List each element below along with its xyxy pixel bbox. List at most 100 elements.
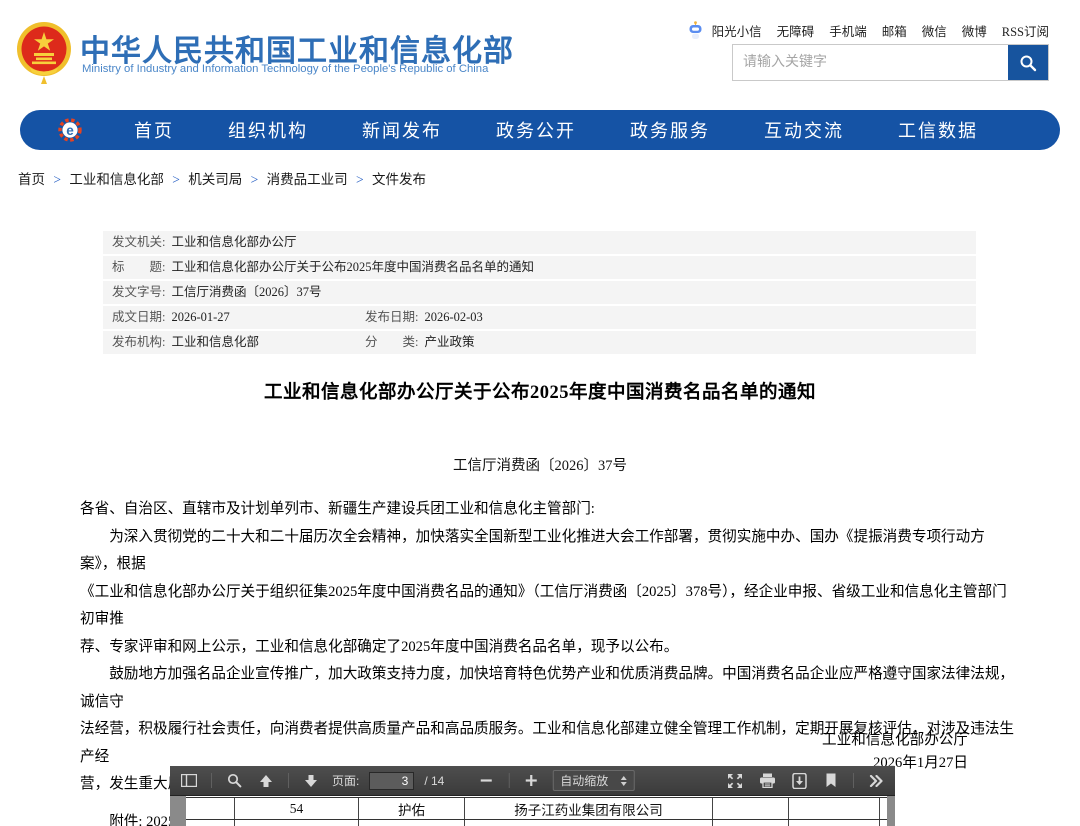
search-button[interactable] xyxy=(1008,45,1048,80)
nav-items: 首页 组织机构 新闻发布 政务公开 政务服务 互动交流 工信数据 xyxy=(107,117,1005,143)
search-box xyxy=(732,44,1049,81)
breadcrumb-departments[interactable]: 机关司局 xyxy=(188,172,242,187)
find-button[interactable] xyxy=(223,770,245,792)
pdf-cell-empty xyxy=(186,798,234,819)
search-input[interactable] xyxy=(733,45,1008,80)
page: 中华人民共和国工业和信息化部 Ministry of Industry and … xyxy=(0,0,1080,826)
bookmark-icon xyxy=(825,773,837,788)
pdf-cell-brand: 护佑 xyxy=(358,798,464,819)
print-icon xyxy=(759,773,776,788)
meta-row-title: 标 题: 工业和信息化部办公厅关于公布2025年度中国消费名品名单的通知 xyxy=(103,256,976,279)
sidebar-toggle-button[interactable] xyxy=(178,770,200,792)
meta-label: 发文字号: xyxy=(112,285,165,299)
document-title: 工业和信息化部办公厅关于公布2025年度中国消费名品名单的通知 xyxy=(0,378,1080,404)
minus-icon xyxy=(480,774,493,787)
meta-value: 2026-02-03 xyxy=(424,310,482,324)
meta-label: 发布机构: xyxy=(112,335,165,349)
nav-item-interaction[interactable]: 互动交流 xyxy=(764,117,844,143)
meta-cell-category: 分 类: 产业政策 xyxy=(365,331,475,354)
meta-row-issuing-office: 发文机关: 工业和信息化部办公厅 xyxy=(103,231,976,254)
link-weibo[interactable]: 微博 xyxy=(962,21,987,40)
meta-label: 发文机关: xyxy=(112,235,165,249)
meta-label: 成文日期: xyxy=(112,310,165,324)
meta-value: 工业和信息化部办公厅 xyxy=(171,235,296,249)
link-mailbox[interactable]: 邮箱 xyxy=(882,21,907,40)
pdf-cell-company: 扬子江药业集团有限公司 xyxy=(464,798,712,819)
meta-label: 分 类: xyxy=(365,335,418,349)
breadcrumb-consumer-goods[interactable]: 消费品工业司 xyxy=(267,172,348,187)
link-sunshine-xiaoxin[interactable]: 阳光小信 xyxy=(712,21,762,40)
nav-item-organization[interactable]: 组织机构 xyxy=(228,117,308,143)
find-icon xyxy=(227,773,242,788)
meta-row-doc-number: 发文字号: 工信厅消费函〔2026〕37号 xyxy=(103,281,976,304)
document-number: 工信厅消费函〔2026〕37号 xyxy=(0,454,1080,475)
toolbar-divider xyxy=(508,773,509,788)
chevron-double-right-icon xyxy=(869,775,883,787)
pdf-toolbar-right xyxy=(724,770,887,792)
sidebar-toggle-icon xyxy=(181,774,197,787)
meta-value: 工业和信息化部 xyxy=(171,335,259,349)
plus-icon xyxy=(525,774,538,787)
zoom-scale-select[interactable]: 自动缩放 xyxy=(552,770,634,791)
pdf-toolbar: 页面: / 14 自动缩放 xyxy=(170,766,895,796)
arrow-down-icon xyxy=(304,774,318,788)
document-meta-table: 发文机关: 工业和信息化部办公厅 标 题: 工业和信息化部办公厅关于公布2025年度… xyxy=(103,231,976,356)
link-mobile[interactable]: 手机端 xyxy=(829,21,867,40)
breadcrumb-separator: > xyxy=(251,172,259,187)
quick-links: 阳光小信 无障碍 手机端 邮箱 微信 微博 RSS订阅 xyxy=(688,21,1049,40)
zoom-in-button[interactable] xyxy=(520,770,542,792)
meta-value: 产业政策 xyxy=(424,335,474,349)
breadcrumb: 首页 > 工业和信息化部 > 机关司局 > 消费品工业司 > 文件发布 xyxy=(18,168,426,188)
pdf-toolbar-left: 页面: / 14 xyxy=(178,770,444,792)
toolbar-divider xyxy=(288,773,289,788)
link-wechat[interactable]: 微信 xyxy=(922,21,947,40)
search-icon xyxy=(1019,54,1037,72)
fullscreen-icon xyxy=(727,773,743,789)
bookmark-button[interactable] xyxy=(820,770,842,792)
site-header: 中华人民共和国工业和信息化部 Ministry of Industry and … xyxy=(0,0,1080,105)
zoom-out-button[interactable] xyxy=(475,770,497,792)
pdf-page: 54 护佑 扬子江药业集团有限公司 xyxy=(186,796,887,826)
breadcrumb-miit[interactable]: 工业和信息化部 xyxy=(69,172,164,187)
miit-gear-logo-icon: e xyxy=(58,118,82,142)
nav-item-news[interactable]: 新闻发布 xyxy=(362,117,442,143)
more-tools-button[interactable] xyxy=(865,770,887,792)
pdf-viewer: 页面: / 14 自动缩放 xyxy=(170,766,895,826)
select-spinner-icon xyxy=(620,776,626,786)
pdf-table-next-row-stub xyxy=(186,820,887,826)
nav-item-home[interactable]: 首页 xyxy=(134,117,174,143)
link-accessibility[interactable]: 无障碍 xyxy=(777,21,815,40)
page-label: 页面: xyxy=(332,772,359,789)
meta-value: 工业和信息化部办公厅关于公布2025年度中国消费名品名单的通知 xyxy=(171,260,534,274)
pdf-cell-empty xyxy=(788,798,880,819)
meta-row-org-category: 发布机构: 工业和信息化部 分 类: 产业政策 xyxy=(103,331,976,354)
download-button[interactable] xyxy=(788,770,810,792)
page-number-input[interactable] xyxy=(369,772,414,790)
nav-item-gov-open[interactable]: 政务公开 xyxy=(496,117,576,143)
breadcrumb-separator: > xyxy=(172,172,180,187)
page-up-button[interactable] xyxy=(255,770,277,792)
breadcrumb-home[interactable]: 首页 xyxy=(18,172,45,187)
presentation-mode-button[interactable] xyxy=(724,770,746,792)
pdf-table-row: 54 护佑 扬子江药业集团有限公司 xyxy=(186,798,887,820)
nav-item-gov-service[interactable]: 政务服务 xyxy=(630,117,710,143)
pdf-content-area[interactable]: 54 护佑 扬子江药业集团有限公司 xyxy=(170,796,895,826)
arrow-up-icon xyxy=(259,774,273,788)
meta-value: 2026-01-27 xyxy=(171,310,229,324)
paragraph-1: 为深入贯彻党的二十大和二十届历次全会精神，加快落实全国新型工业化推进大会工作部署… xyxy=(80,524,1018,662)
breadcrumb-documents[interactable]: 文件发布 xyxy=(372,172,426,187)
nav-item-data[interactable]: 工信数据 xyxy=(898,117,978,143)
page-total: / 14 xyxy=(424,774,444,788)
breadcrumb-separator: > xyxy=(356,172,364,187)
link-rss[interactable]: RSS订阅 xyxy=(1002,21,1049,40)
zoom-scale-value: 自动缩放 xyxy=(560,772,608,789)
meta-label: 标 题: xyxy=(112,260,165,274)
page-down-button[interactable] xyxy=(300,770,322,792)
meta-value: 工信厅消费函〔2026〕37号 xyxy=(171,285,321,299)
pdf-cell-number: 54 xyxy=(234,798,358,819)
site-subtitle: Ministry of Industry and Information Tec… xyxy=(82,63,488,75)
download-icon xyxy=(792,773,807,789)
main-nav: e 首页 组织机构 新闻发布 政务公开 政务服务 互动交流 工信数据 xyxy=(20,110,1060,150)
meta-row-dates: 成文日期:2026-01-27 发布日期:2026-02-03 xyxy=(103,306,976,329)
print-button[interactable] xyxy=(756,770,778,792)
